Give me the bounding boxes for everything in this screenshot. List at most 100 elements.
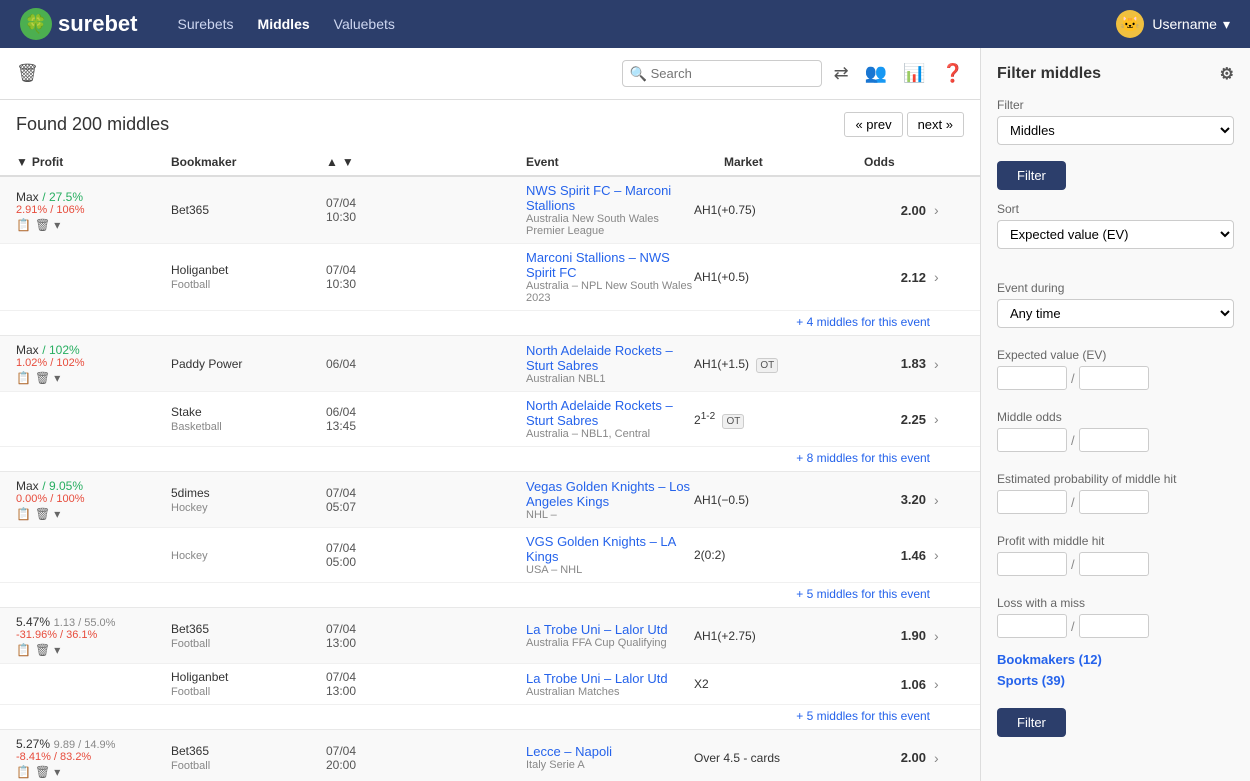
middle-odds-min-input[interactable]	[997, 428, 1067, 452]
event-col-sort[interactable]: ▲ ▼	[326, 155, 526, 169]
more-middles-4[interactable]: + 5 middles for this event	[0, 705, 980, 729]
profit-max-2: Max / 102%	[16, 342, 171, 357]
delete-icon-5[interactable]: 🗑	[35, 765, 50, 779]
filter-button[interactable]: Filter	[997, 161, 1066, 190]
delete-icon-3[interactable]: 🗑	[35, 507, 50, 521]
delete-icon-4[interactable]: 🗑	[35, 643, 50, 657]
event-cell-2a: North Adelaide Rockets – Sturt Sabres Au…	[526, 343, 694, 385]
dropdown-icon-5[interactable]: ▾	[54, 765, 60, 779]
loss-miss-max-input[interactable]	[1079, 614, 1149, 638]
event-name-1a[interactable]: NWS Spirit FC – Marconi Stallions	[526, 183, 694, 213]
pagination: « prev next »	[844, 112, 964, 137]
profit-sub-1: 2.91% / 106%	[16, 204, 171, 216]
middle-odds-max-input[interactable]	[1079, 428, 1149, 452]
profit-sub-2: 1.02% / 102%	[16, 357, 171, 369]
sidebar-title: Filter middles ⚙	[997, 64, 1234, 84]
odds-cell-4b: 1.06	[834, 677, 934, 692]
table-row: Max / 27.5% 2.91% / 106% 📋 🗑 ▾ Bet365 07…	[0, 177, 980, 244]
nav-links: Surebets Middles Valuebets	[177, 16, 1116, 32]
dropdown-icon-3[interactable]: ▾	[54, 507, 60, 521]
chevron-icon-5[interactable]: ›	[934, 750, 964, 766]
delete-icon-2[interactable]: 🗑	[35, 371, 50, 385]
time-cell-3a: 07/0405:07	[326, 486, 526, 514]
loss-miss-min-input[interactable]	[997, 614, 1067, 638]
nav-middles[interactable]: Middles	[258, 16, 310, 32]
time-cell-5a: 07/0420:00	[326, 744, 526, 772]
bookmaker-cell-3a: 5dimesHockey	[171, 486, 326, 514]
profit-hit-sep: /	[1071, 557, 1075, 572]
more-middles-2[interactable]: + 8 middles for this event	[0, 447, 980, 471]
prob-max-input[interactable]	[1079, 490, 1149, 514]
chevron-icon-4[interactable]: ›	[934, 628, 964, 644]
prev-button[interactable]: « prev	[844, 112, 902, 137]
event-cell-4a: La Trobe Uni – Lalor Utd Australia FFA C…	[526, 622, 694, 649]
event-name-5a[interactable]: Lecce – Napoli	[526, 744, 694, 759]
chevron-icon-1[interactable]: ›	[934, 202, 964, 218]
event-name-4a[interactable]: La Trobe Uni – Lalor Utd	[526, 622, 694, 637]
event-name-1b[interactable]: Marconi Stallions – NWS Spirit FC	[526, 250, 694, 280]
dropdown-icon[interactable]: ▾	[54, 218, 60, 232]
market-cell-5a: Over 4.5 - cards	[694, 751, 834, 765]
ev-max-input[interactable]	[1079, 366, 1149, 390]
profit-icons-2: 📋 🗑 ▾	[16, 371, 171, 385]
delete-icon[interactable]: 🗑	[35, 218, 50, 232]
sort-select[interactable]: Expected value (EV)	[997, 220, 1234, 249]
more-middles-3[interactable]: + 5 middles for this event	[0, 583, 980, 607]
chevron-icon-3[interactable]: ›	[934, 492, 964, 508]
event-name-3b[interactable]: VGS Golden Knights – LA Kings	[526, 534, 694, 564]
bookmakers-link[interactable]: Bookmakers (12)	[997, 652, 1234, 667]
nav-surebets[interactable]: Surebets	[177, 16, 233, 32]
username-button[interactable]: Username ▾	[1152, 16, 1230, 33]
prob-range: /	[997, 490, 1234, 514]
chevron-icon-2b[interactable]: ›	[934, 411, 964, 427]
chevron-icon-3b[interactable]: ›	[934, 547, 964, 563]
event-name-2b[interactable]: North Adelaide Rockets – Sturt Sabres	[526, 398, 694, 428]
event-name-4b[interactable]: La Trobe Uni – Lalor Utd	[526, 671, 694, 686]
event-name-2a[interactable]: North Adelaide Rockets – Sturt Sabres	[526, 343, 694, 373]
calc-icon-5[interactable]: 📋	[16, 765, 31, 779]
profit-cell-1: Max / 27.5% 2.91% / 106% 📋 🗑 ▾	[16, 189, 171, 232]
logo[interactable]: 🍀 surebet	[20, 8, 137, 40]
chevron-icon-1b[interactable]: ›	[934, 269, 964, 285]
sports-link[interactable]: Sports (39)	[997, 673, 1234, 688]
logo-text: surebet	[58, 11, 137, 37]
found-title: Found 200 middles	[16, 114, 169, 135]
more-middles-1[interactable]: + 4 middles for this event	[0, 311, 980, 335]
header-right: 🐱 Username ▾	[1116, 10, 1230, 38]
market-cell-3a: AH1(−0.5)	[694, 493, 834, 507]
chart-icon[interactable]: 📊	[903, 63, 925, 84]
event-during-select[interactable]: Any time	[997, 299, 1234, 328]
bookmaker-cell-2b: StakeBasketball	[171, 405, 326, 433]
time-cell-4b: 07/0413:00	[326, 670, 526, 698]
refresh-icon[interactable]: ⇄	[834, 63, 849, 84]
profit-cell-2: Max / 102% 1.02% / 102% 📋 🗑 ▾	[16, 342, 171, 385]
profit-hit-max-input[interactable]	[1079, 552, 1149, 576]
chevron-icon-2[interactable]: ›	[934, 356, 964, 372]
dropdown-icon-4[interactable]: ▾	[54, 643, 60, 657]
search-input[interactable]	[622, 60, 822, 87]
filter-button-2[interactable]: Filter	[997, 708, 1066, 737]
calc-icon-4[interactable]: 📋	[16, 643, 31, 657]
dropdown-icon-2[interactable]: ▾	[54, 371, 60, 385]
sort-label: Sort	[997, 202, 1234, 216]
event-col-header: Event	[526, 155, 724, 169]
search-icon: 🔍	[630, 65, 647, 82]
share-icon[interactable]: 👥	[865, 63, 887, 84]
trash-icon[interactable]: 🗑	[16, 63, 39, 84]
calc-icon-3[interactable]: 📋	[16, 507, 31, 521]
help-icon[interactable]: ❓	[942, 63, 964, 84]
chevron-icon-4b[interactable]: ›	[934, 676, 964, 692]
profit-neg-4: -31.96% / 36.1%	[16, 629, 171, 641]
ev-min-input[interactable]	[997, 366, 1067, 390]
next-button[interactable]: next »	[907, 112, 964, 137]
filter-select[interactable]: Middles	[997, 116, 1234, 145]
nav-valuebets[interactable]: Valuebets	[334, 16, 395, 32]
calc-icon-2[interactable]: 📋	[16, 371, 31, 385]
profit-hit-min-input[interactable]	[997, 552, 1067, 576]
calc-icon[interactable]: 📋	[16, 218, 31, 232]
event-name-3a[interactable]: Vegas Golden Knights – Los Angeles Kings	[526, 479, 694, 509]
prob-min-input[interactable]	[997, 490, 1067, 514]
gear-icon[interactable]: ⚙	[1220, 64, 1234, 84]
profit-col-header[interactable]: ▼ Profit	[16, 155, 171, 169]
content-area: 🗑 🔍 ⇄ 👥 📊 ❓ Found 200 middles « prev nex…	[0, 48, 980, 781]
